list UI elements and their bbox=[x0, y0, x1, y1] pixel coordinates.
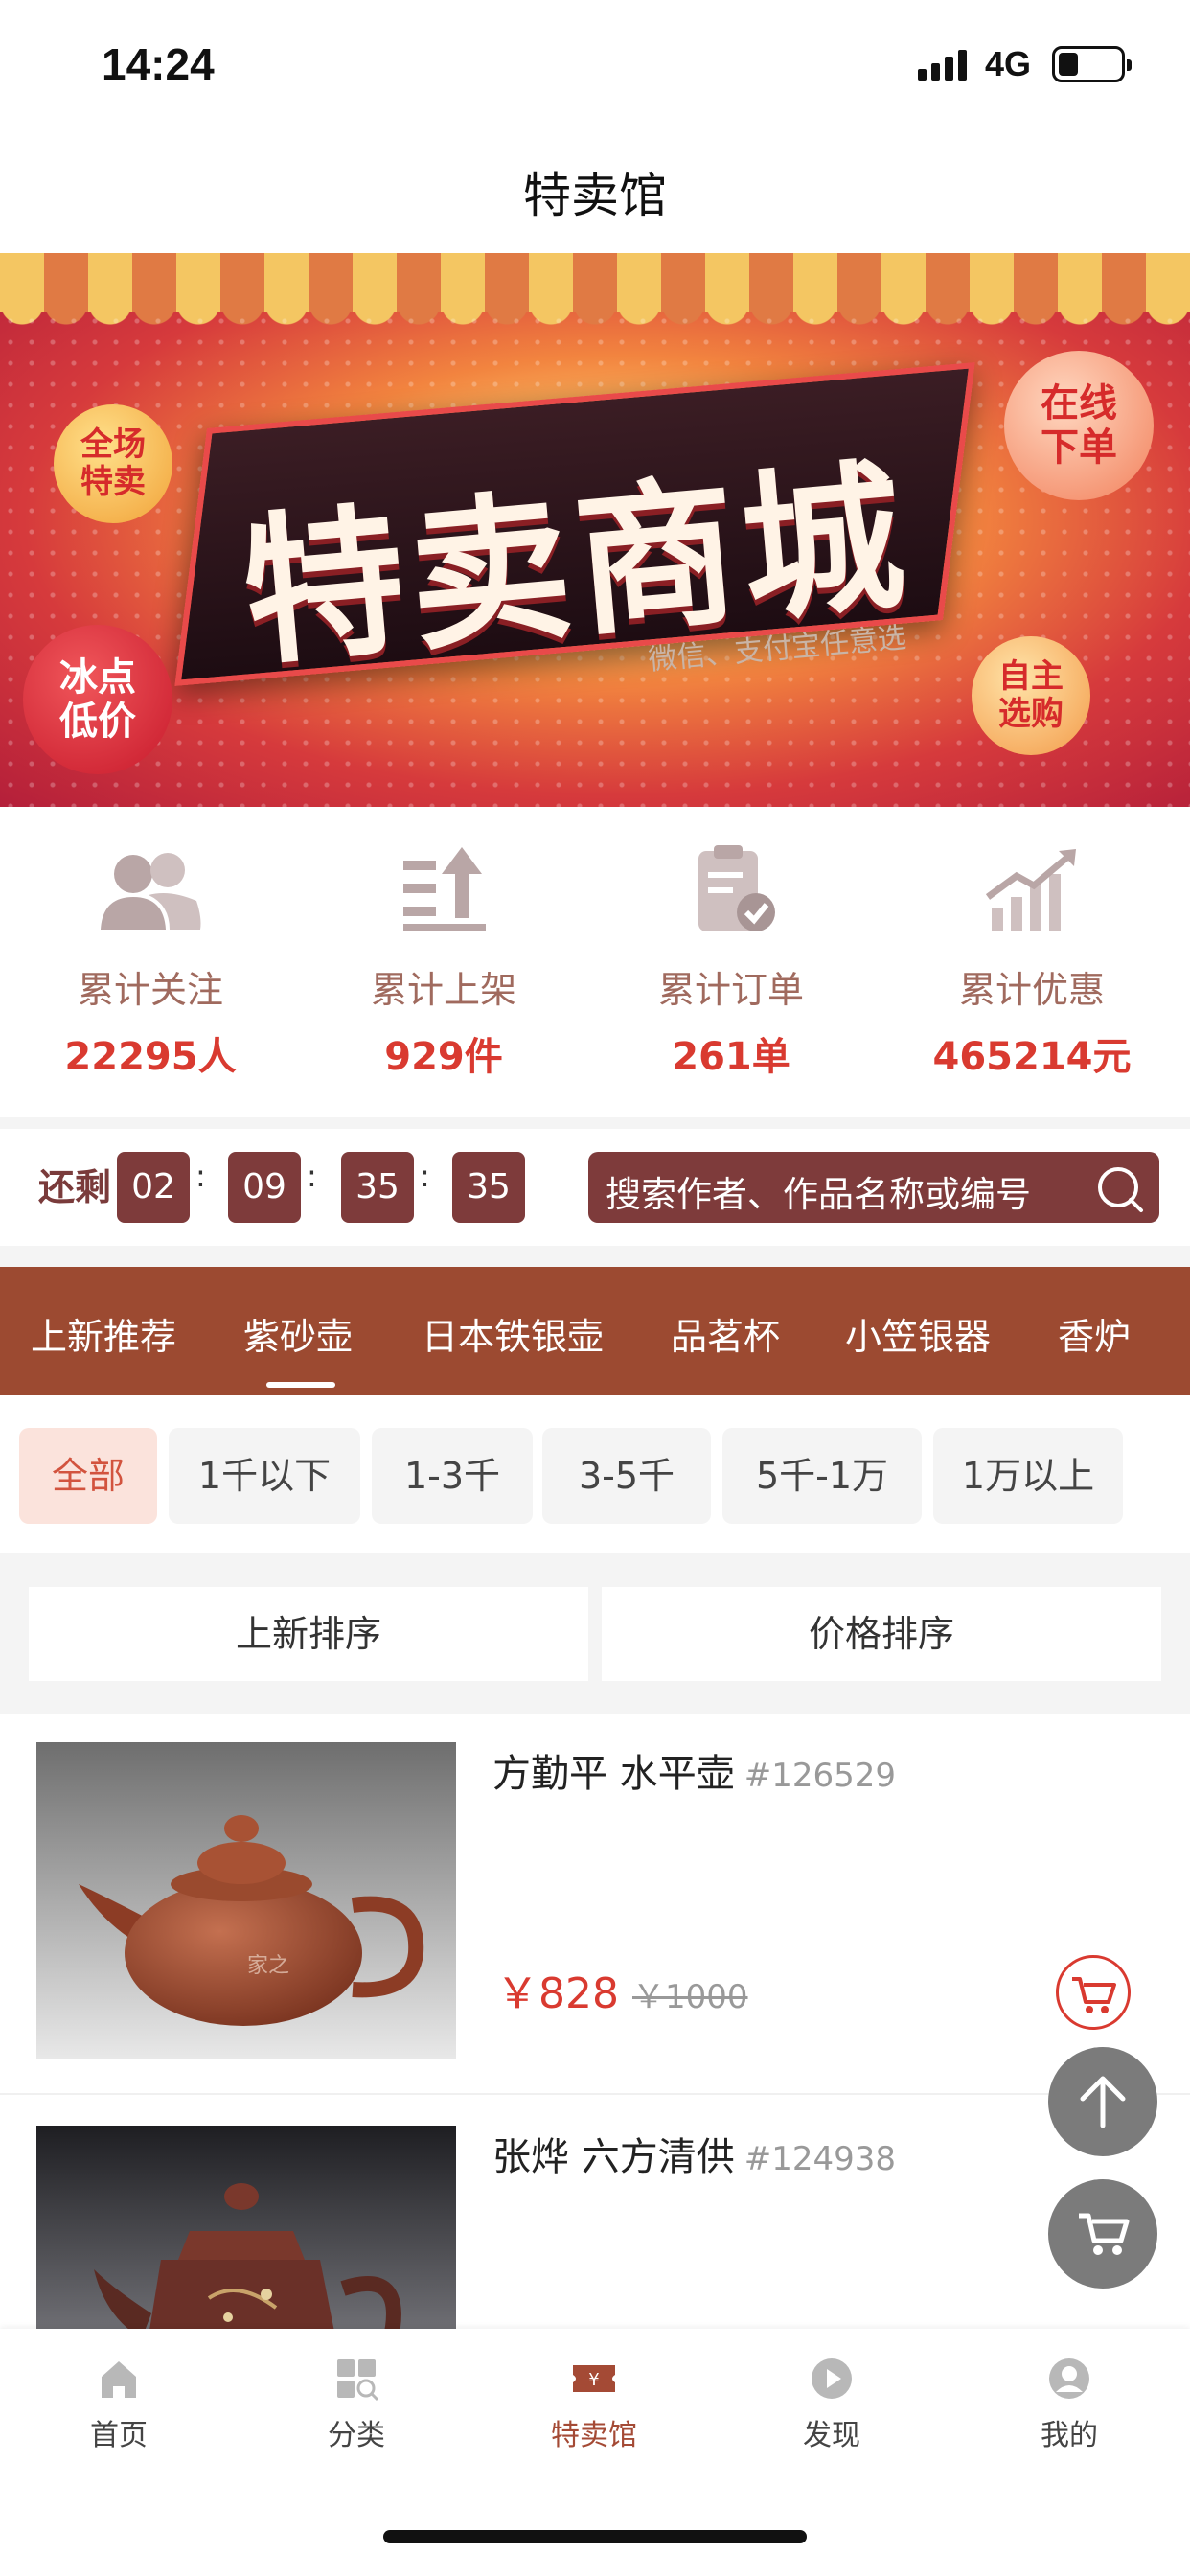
back-to-top-button[interactable] bbox=[1048, 2047, 1157, 2156]
search-icon[interactable] bbox=[1094, 1163, 1146, 1215]
stat-savings: 累计优惠 465214元 bbox=[883, 807, 1180, 1117]
cart-icon bbox=[1072, 1977, 1116, 2013]
price-filter-bar: 全部 1千以下 1-3千 3-5千 5千-1万 1万以上 bbox=[0, 1395, 1190, 1552]
stat-value: 22295人 bbox=[64, 1035, 237, 1079]
tab-category-new[interactable]: 上新推荐 bbox=[31, 1307, 176, 1360]
tab-label: 我的 bbox=[1041, 2419, 1098, 2452]
arrow-up-icon bbox=[1080, 2076, 1126, 2128]
banner-badge: 自主 选购 bbox=[972, 636, 1090, 755]
stat-orders: 累计订单 261单 bbox=[583, 807, 880, 1117]
tab-label: 特卖馆 bbox=[551, 2419, 637, 2452]
stat-value: 465214元 bbox=[932, 1035, 1132, 1079]
tab-special-sale[interactable]: ¥ 特卖馆 bbox=[475, 2356, 713, 2471]
tab-discover[interactable]: 发现 bbox=[713, 2356, 950, 2471]
tab-home[interactable]: 首页 bbox=[0, 2356, 238, 2471]
price-filter-3k-5k[interactable]: 3-5千 bbox=[542, 1428, 711, 1524]
countdown-label: 还剩 bbox=[38, 1166, 112, 1208]
active-tab-indicator bbox=[266, 1382, 335, 1388]
shelf-up-icon bbox=[403, 847, 486, 932]
stat-listed: 累计上架 929件 bbox=[295, 807, 592, 1117]
tab-label: 发现 bbox=[803, 2419, 860, 2452]
category-tabs: 上新推荐 紫砂壶 日本铁银壶 品茗杯 小笠银器 香炉 bbox=[0, 1267, 1190, 1395]
tab-category-cups[interactable]: 品茗杯 bbox=[671, 1307, 780, 1360]
battery-icon bbox=[1052, 46, 1132, 82]
product-price: ￥828 bbox=[496, 1969, 619, 2018]
product-image[interactable]: 家之 bbox=[36, 1742, 456, 2058]
countdown-separator: : bbox=[307, 1158, 317, 1194]
cart-icon bbox=[1079, 2213, 1130, 2255]
tab-category[interactable]: 分类 bbox=[238, 2356, 475, 2471]
nav-header: 特卖馆 bbox=[0, 126, 1190, 253]
tab-profile[interactable]: 我的 bbox=[950, 2356, 1188, 2471]
stat-label: 累计优惠 bbox=[958, 969, 1105, 1011]
search-input[interactable]: 搜索作者、作品名称或编号 bbox=[588, 1152, 1159, 1223]
status-bar: 14:24 4G bbox=[0, 0, 1190, 126]
cart-float-button[interactable] bbox=[1048, 2179, 1157, 2288]
page-title: 特卖馆 bbox=[523, 168, 667, 223]
countdown-hours: 09 bbox=[228, 1152, 301, 1223]
tab-label: 首页 bbox=[90, 2419, 148, 2452]
product-item[interactable]: 家之 方勤平 水平壶 #126529 ￥828 ￥1000 bbox=[0, 1714, 1190, 2095]
product-name: 张烨 六方清供 #124938 bbox=[492, 2126, 896, 2181]
add-to-cart-button[interactable] bbox=[1056, 1955, 1131, 2030]
product-id: #126529 bbox=[744, 1757, 896, 1795]
promo-banner[interactable]: 特卖商城 微信、支付宝任意选 全场 特卖 冰点 低价 在线 下单 自主 选购 bbox=[0, 253, 1190, 807]
price-filter-all[interactable]: 全部 bbox=[19, 1428, 157, 1524]
product-original-price: ￥1000 bbox=[632, 1978, 748, 2016]
divider bbox=[0, 1117, 1190, 1129]
growth-chart-icon bbox=[985, 849, 1076, 932]
stat-label: 累计上架 bbox=[370, 969, 516, 1011]
banner-badge: 冰点 低价 bbox=[23, 625, 172, 774]
countdown-seconds: 35 bbox=[452, 1152, 525, 1223]
tab-category-incense[interactable]: 香炉 bbox=[1058, 1307, 1131, 1360]
tab-label: 分类 bbox=[328, 2419, 385, 2452]
stat-value: 261单 bbox=[672, 1035, 790, 1079]
banner-badge: 全场 特卖 bbox=[54, 404, 172, 523]
countdown-search-row: 还剩 02 : 09 : 35 : 35 搜索作者、作品名称或编号 bbox=[0, 1129, 1190, 1246]
countdown-days: 02 bbox=[117, 1152, 190, 1223]
banner-badge: 在线 下单 bbox=[1004, 351, 1154, 500]
category-icon bbox=[337, 2359, 379, 2402]
signal-icon bbox=[918, 48, 970, 80]
sort-by-new-button[interactable]: 上新排序 bbox=[29, 1587, 588, 1681]
svg-text:¥: ¥ bbox=[588, 2370, 599, 2390]
play-icon bbox=[812, 2358, 852, 2399]
network-type: 4G bbox=[985, 44, 1032, 83]
tab-category-iron-pot[interactable]: 日本铁银壶 bbox=[422, 1307, 604, 1360]
price-filter-1k-3k[interactable]: 1-3千 bbox=[372, 1428, 533, 1524]
stat-label: 累计关注 bbox=[77, 969, 223, 1011]
stats-panel: 累计关注 22295人 累计上架 929件 累计订单 261单 累计优惠 465… bbox=[0, 807, 1190, 1117]
search-placeholder: 搜索作者、作品名称或编号 bbox=[606, 1174, 1031, 1215]
product-title: 方勤平 水平壶 bbox=[492, 1752, 735, 1796]
price-filter-over-10k[interactable]: 1万以上 bbox=[933, 1428, 1123, 1524]
price-filter-5k-10k[interactable]: 5千-1万 bbox=[722, 1428, 922, 1524]
stat-value: 929件 bbox=[384, 1035, 503, 1079]
profile-icon bbox=[1049, 2358, 1089, 2399]
teapot-image: 家之 bbox=[36, 1742, 456, 2058]
home-icon bbox=[102, 2361, 136, 2398]
sort-bar: 上新排序 价格排序 bbox=[0, 1552, 1190, 1714]
product-id: #124938 bbox=[744, 2140, 896, 2178]
clipboard-check-icon bbox=[698, 845, 775, 932]
tab-category-silver[interactable]: 小笠银器 bbox=[845, 1307, 991, 1360]
countdown-separator: : bbox=[420, 1158, 430, 1194]
users-icon bbox=[101, 853, 201, 930]
product-title: 张烨 六方清供 bbox=[492, 2135, 735, 2179]
tab-category-zisha[interactable]: 紫砂壶 bbox=[243, 1307, 353, 1360]
status-time: 14:24 bbox=[102, 39, 215, 89]
stat-followers: 累计关注 22295人 bbox=[2, 807, 299, 1117]
home-indicator bbox=[383, 2530, 807, 2543]
sort-by-price-button[interactable]: 价格排序 bbox=[602, 1587, 1161, 1681]
product-name: 方勤平 水平壶 #126529 bbox=[492, 1742, 896, 1798]
ticket-yen-icon: ¥ bbox=[573, 2365, 615, 2392]
watermark: 家之 bbox=[247, 1954, 289, 1978]
countdown-separator: : bbox=[195, 1158, 206, 1194]
price-filter-under-1k[interactable]: 1千以下 bbox=[169, 1428, 360, 1524]
stat-label: 累计订单 bbox=[657, 969, 804, 1011]
divider bbox=[0, 1246, 1190, 1267]
countdown-minutes: 35 bbox=[341, 1152, 414, 1223]
